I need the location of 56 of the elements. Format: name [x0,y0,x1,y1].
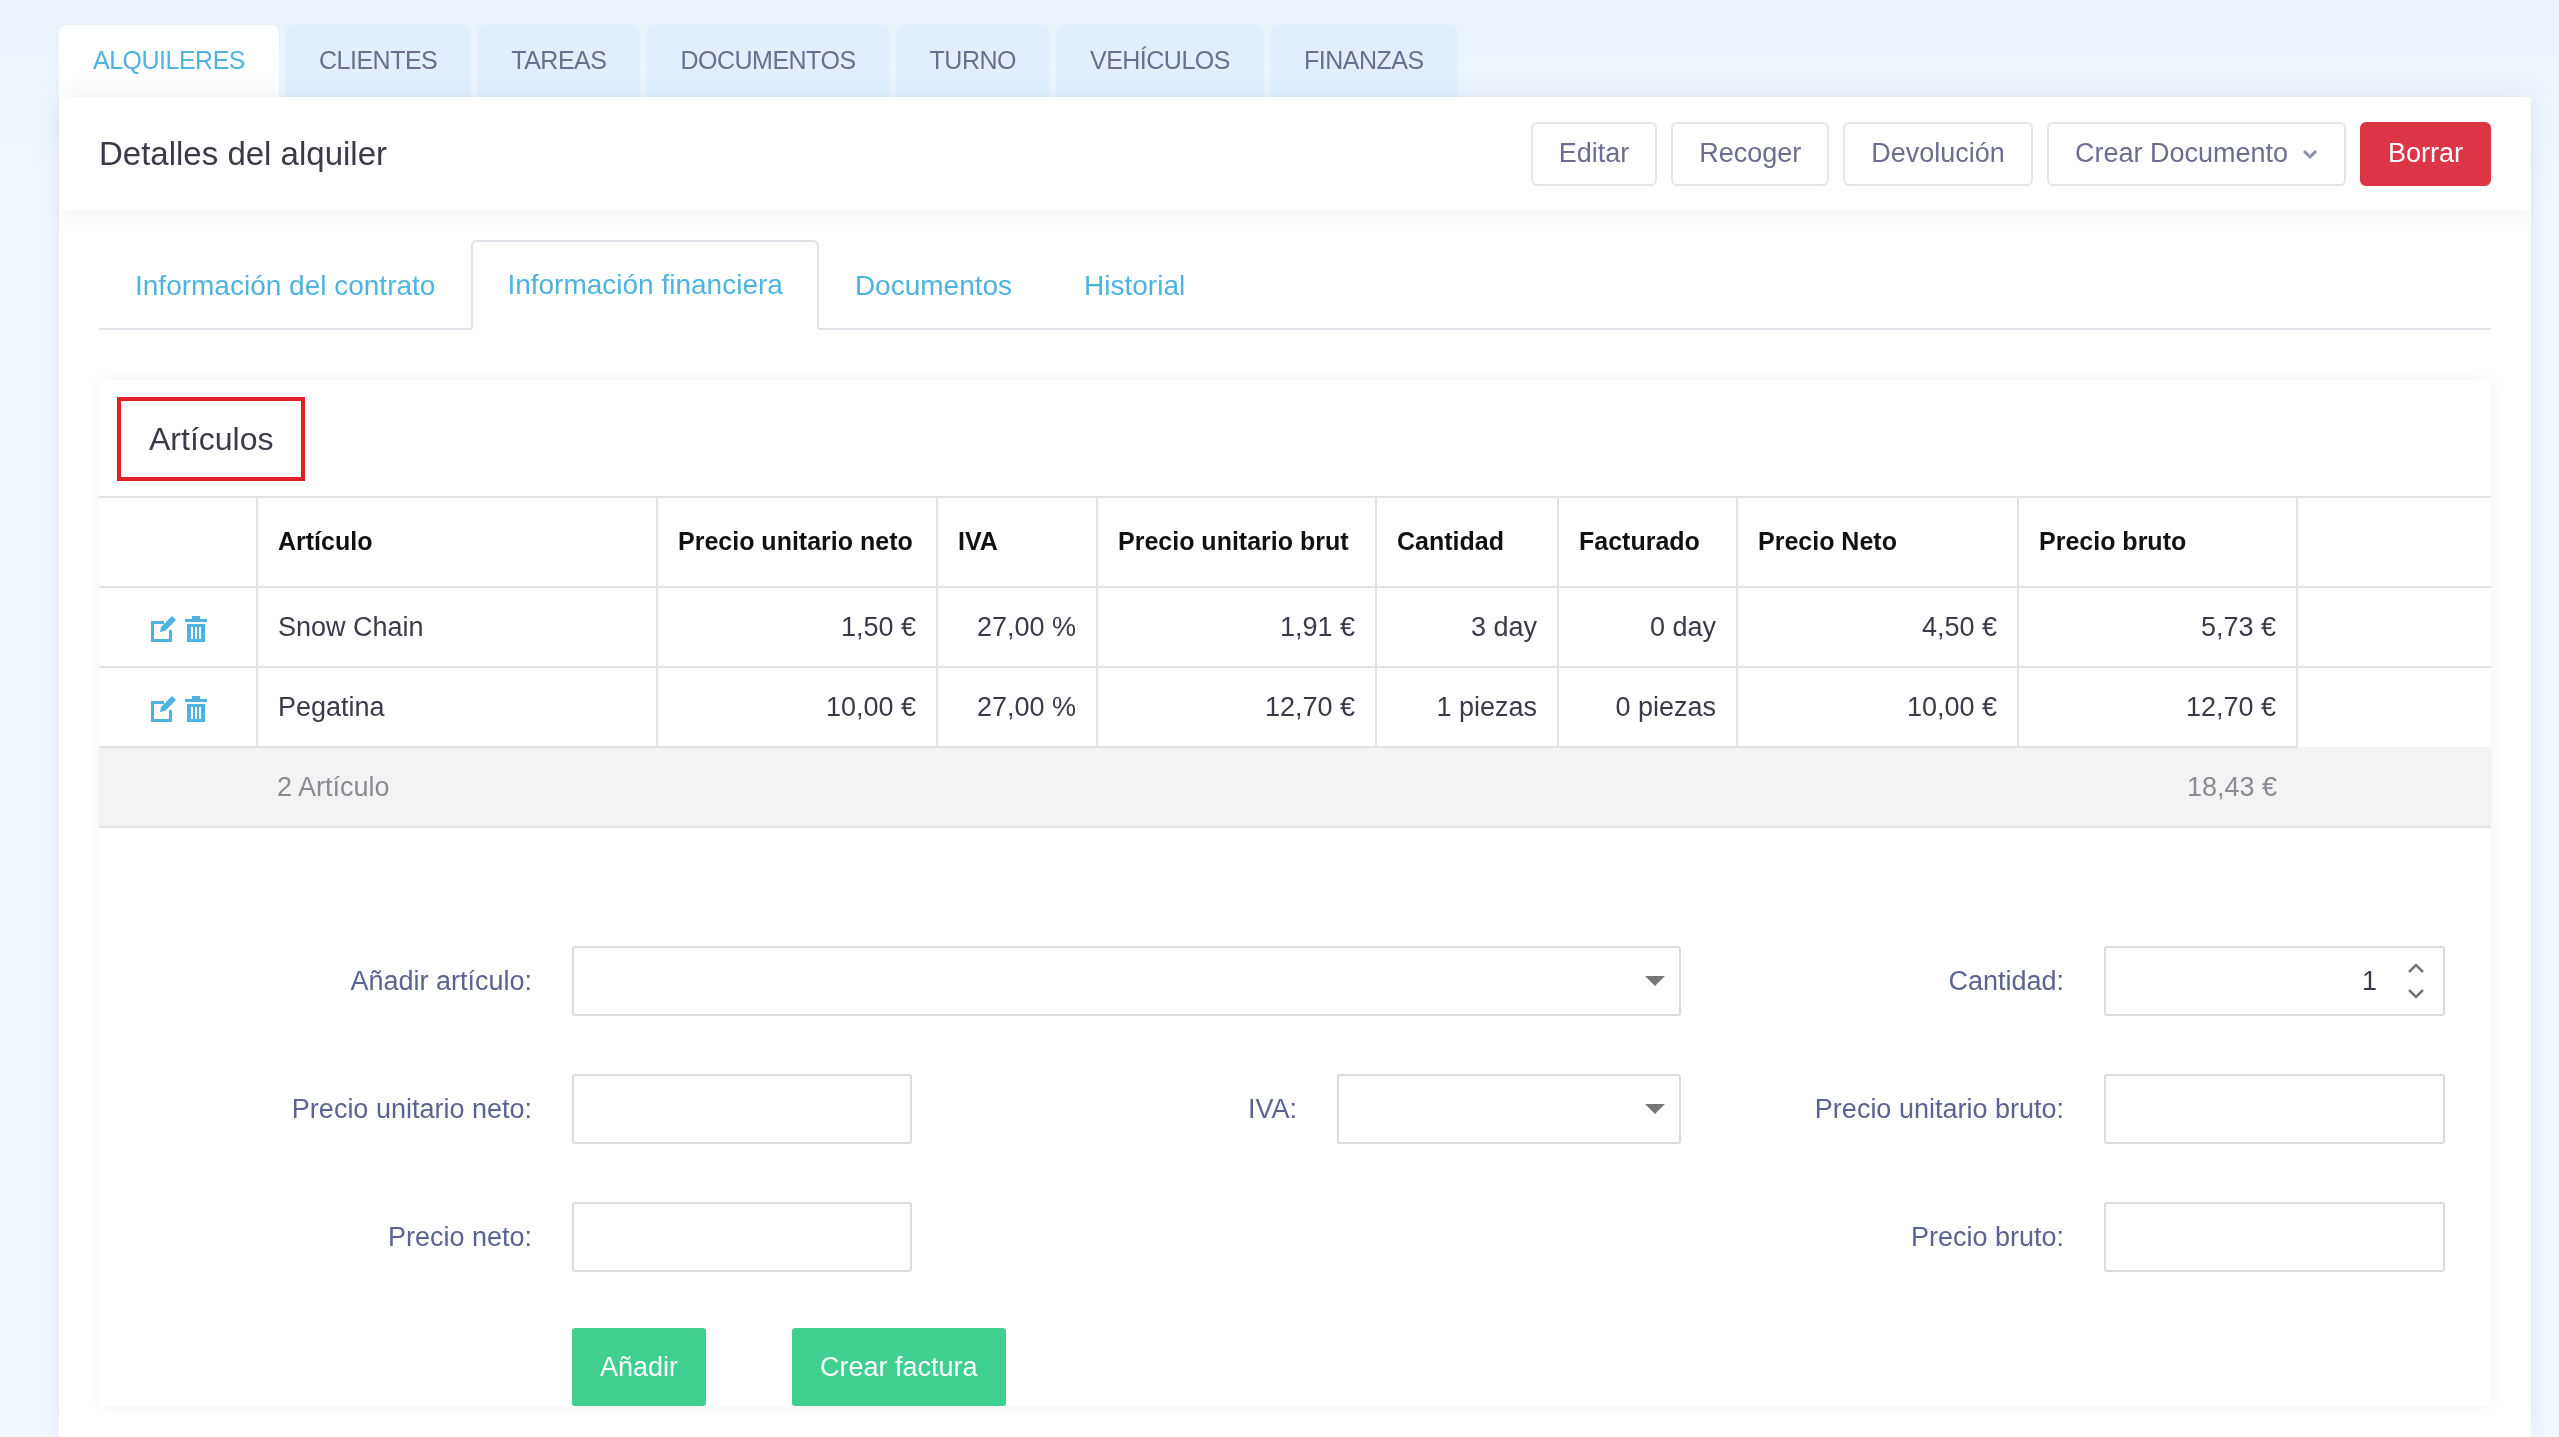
column-header: Precio unitario neto [657,497,937,587]
column-header: Cantidad [1376,497,1558,587]
input-field[interactable] [2104,1202,2445,1272]
field-label: Precio bruto: [1909,1220,2064,1254]
input-field[interactable] [572,1202,912,1272]
field-label: Precio unitario neto: [290,1092,532,1126]
table-cell: 5,73 € [2018,587,2297,667]
field-label: Añadir artículo: [349,964,532,998]
column-header: Precio Neto [1737,497,2018,587]
select-field[interactable] [1337,1074,1681,1144]
table-cell: 27,00 % [937,587,1097,667]
total-amount: 18,43 € [2018,747,2297,827]
column-header: IVA [937,497,1097,587]
table-cell: 0 day [1558,587,1737,667]
table-cell: 1,91 € [1097,587,1376,667]
nav-tab[interactable]: CLIENTES [285,25,472,97]
spinner-icon[interactable] [2407,962,2425,1000]
nav-tab[interactable]: DOCUMENTOS [646,25,890,97]
table-cell: 3 day [1376,587,1558,667]
action-button[interactable]: Editar [1530,121,1658,186]
section-tab[interactable]: Documentos [818,240,1049,330]
section-tab[interactable]: Información del contrato [99,240,472,330]
chevron-down-icon [2302,147,2318,160]
column-header: Artículo [257,497,657,587]
column-header: Precio bruto [2018,497,2297,587]
page-title: Detalles del alquiler [99,133,387,174]
input-field[interactable] [572,1074,912,1144]
delete-button[interactable]: Borrar [2360,121,2491,186]
item-count: 2 Artículo [257,747,657,827]
trash-icon[interactable] [183,694,208,723]
section-tab[interactable]: Historial [1048,240,1222,330]
action-button[interactable]: Recoger [1671,121,1830,186]
number-field[interactable]: 1 [2104,946,2445,1016]
section-tab[interactable]: Información financiera [471,240,819,330]
action-button[interactable]: Devolución [1843,121,2033,186]
field-label: Precio neto: [386,1220,532,1254]
column-header: Facturado [1558,497,1737,587]
nav-tab[interactable]: TAREAS [477,25,641,97]
field-label: Precio unitario bruto: [1813,1092,2064,1126]
input-field[interactable] [2104,1074,2445,1144]
table-cell: 1,50 € [657,587,937,667]
dropdown-arrow-icon [1645,976,1665,986]
nav-tab[interactable]: VEHÍCULOS [1055,25,1264,97]
table-cell: Snow Chain [257,587,657,667]
dropdown-arrow-icon [1645,1104,1665,1114]
nav-tab[interactable]: ALQUILERES [59,25,279,97]
dropdown-button[interactable]: Crear Documento [2046,121,2346,186]
trash-icon[interactable] [183,614,208,643]
table-cell: 4,50 € [1737,587,2018,667]
field-label: IVA: [1246,1092,1297,1126]
nav-tab[interactable]: FINANZAS [1269,25,1458,97]
column-header: Precio unitario brut [1097,497,1376,587]
select-field[interactable] [572,946,1681,1016]
nav-tab[interactable]: TURNO [895,25,1050,97]
section-title: Artículos [117,397,306,481]
field-label: Cantidad: [1947,964,2064,998]
